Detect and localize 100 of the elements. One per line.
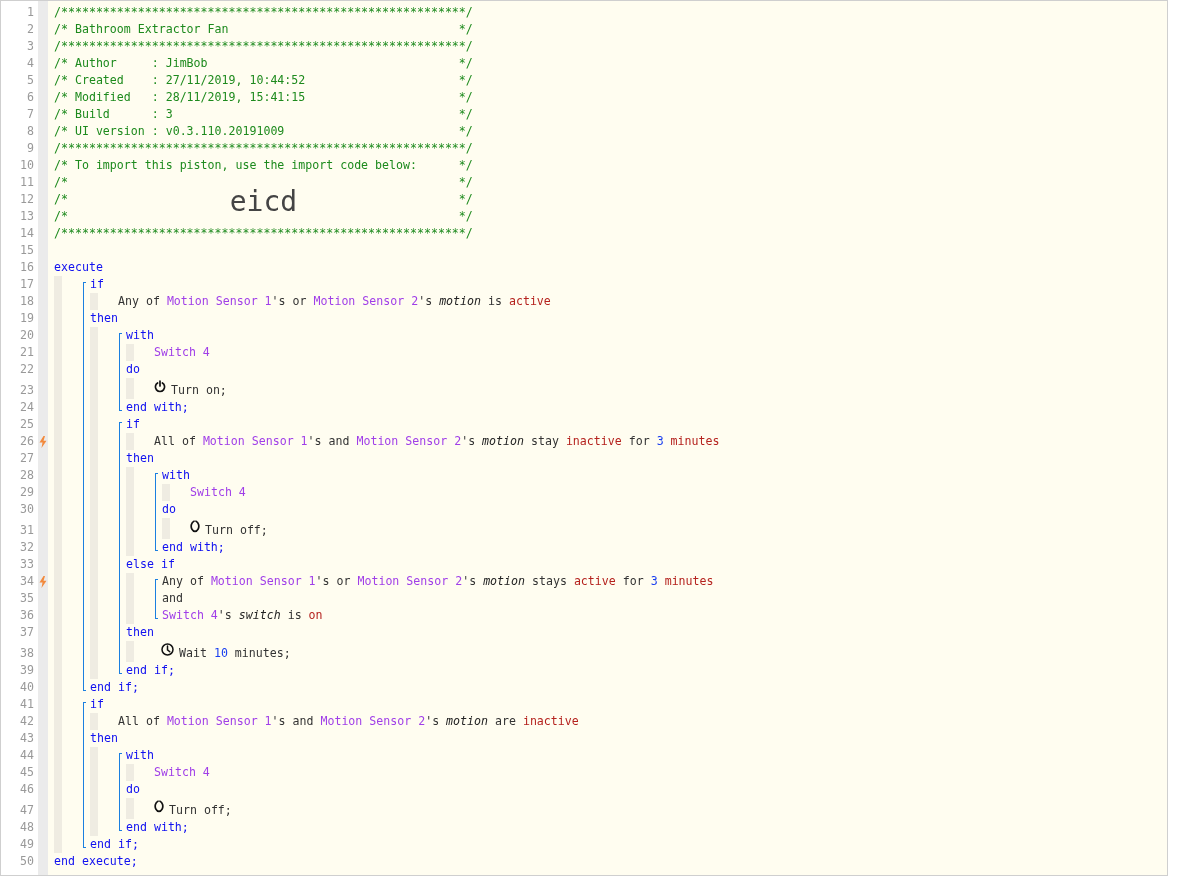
line-number: 23	[19, 382, 35, 399]
code-line: /**********************************************************/	[54, 225, 473, 242]
code-line: with	[162, 467, 190, 484]
line-number: 7	[26, 106, 35, 123]
code-line: if	[90, 696, 104, 713]
line-number: 35	[19, 590, 35, 607]
line-number: 42	[19, 713, 35, 730]
code-line: All of Motion Sensor 1's and Motion Sensor 2's motion stay inactive for 3 minutes	[154, 433, 720, 450]
code-line: else if	[126, 556, 175, 573]
line-number: 22	[19, 361, 35, 378]
code-line: do	[162, 501, 176, 518]
line-number: 33	[19, 556, 35, 573]
line-number: 48	[19, 819, 35, 836]
code-line: /* To import this piston, use the import code below: */	[54, 157, 473, 174]
power-off-icon	[190, 520, 200, 533]
line-number: 50	[19, 853, 35, 870]
line-number: 9	[26, 140, 35, 157]
line-number: 21	[19, 344, 35, 361]
line-number: 47	[19, 802, 35, 819]
line-number: 5	[26, 72, 35, 89]
line-number: 39	[19, 662, 35, 679]
code-line: then	[126, 624, 154, 641]
line-number: 24	[19, 399, 35, 416]
line-number: 17	[19, 276, 35, 293]
code-line: /* UI version : v0.3.110.20191009 */	[54, 123, 473, 140]
line-number: 6	[26, 89, 35, 106]
line-number: 2	[26, 21, 35, 38]
line-number: 18	[19, 293, 35, 310]
code-line: end if;	[90, 679, 139, 696]
line-number: 29	[19, 484, 35, 501]
line-number: 13	[19, 208, 35, 225]
line-number: 37	[19, 624, 35, 641]
line-number: 27	[19, 450, 35, 467]
code-line: All of Motion Sensor 1's and Motion Sensor 2's motion are inactive	[118, 713, 579, 730]
line-number: 32	[19, 539, 35, 556]
line-number: 16	[19, 259, 35, 276]
line-number: 40	[19, 679, 35, 696]
code-line: end with;	[162, 539, 225, 556]
line-number: 38	[19, 645, 35, 662]
code-line: /* Created : 27/11/2019, 10:44:52 */	[54, 72, 473, 89]
code-line: with	[126, 327, 154, 344]
code-line: Any of Motion Sensor 1's or Motion Sensor 2's motion is active	[118, 293, 551, 310]
code-line: Wait 10 minutes;	[179, 645, 291, 662]
line-number: 30	[19, 501, 35, 518]
power-icon	[154, 380, 166, 393]
code-line: with	[126, 747, 154, 764]
code-line: if	[90, 276, 104, 293]
line-number: 4	[26, 55, 35, 72]
line-number: 11	[19, 174, 35, 191]
line-number: 45	[19, 764, 35, 781]
code-line: then	[90, 730, 118, 747]
code-line: /* Build : 3 */	[54, 106, 473, 123]
line-number: 31	[19, 522, 35, 539]
code-line: Turn on;	[171, 382, 227, 399]
line-number: 41	[19, 696, 35, 713]
code-line: Switch 4	[154, 764, 210, 781]
power-off-icon	[154, 800, 164, 813]
code-line: end if;	[126, 662, 175, 679]
code-line: Any of Motion Sensor 1's or Motion Sensor 2's motion stays active for 3 minutes	[162, 573, 714, 590]
code-line: Turn off;	[205, 522, 268, 539]
line-number: 49	[19, 836, 35, 853]
line-number: 15	[19, 242, 35, 259]
code-line: /* Author : JimBob */	[54, 55, 473, 72]
line-number: 26	[19, 433, 35, 450]
code-line: Turn off;	[169, 802, 232, 819]
code-line: then	[90, 310, 118, 327]
line-number: 3	[26, 38, 35, 55]
line-number: 19	[19, 310, 35, 327]
line-number: 8	[26, 123, 35, 140]
code-line: then	[126, 450, 154, 467]
code-line: end if;	[90, 836, 139, 853]
clock-icon	[161, 643, 174, 656]
code-line: Switch 4	[190, 484, 246, 501]
line-number: 28	[19, 467, 35, 484]
code-line: and	[162, 590, 183, 607]
code-line: /**********************************************************/	[54, 4, 473, 21]
code-line: end with;	[126, 399, 189, 416]
code-line: /**********************************************************/	[54, 38, 473, 55]
code-line: /**********************************************************/	[54, 140, 473, 157]
line-number: 43	[19, 730, 35, 747]
code-line: Switch 4	[154, 344, 210, 361]
line-number: 10	[19, 157, 35, 174]
code-line: /* Modified : 28/11/2019, 15:41:15 */	[54, 89, 473, 106]
code-line: do	[126, 361, 140, 378]
line-number: 20	[19, 327, 35, 344]
code-line: /* */	[54, 174, 473, 189]
code-line: if	[126, 416, 140, 433]
line-number: 36	[19, 607, 35, 624]
line-number: 12	[19, 191, 35, 208]
code-line: /* Bathroom Extractor Fan */	[54, 21, 473, 38]
code-line: do	[126, 781, 140, 798]
line-number: 1	[26, 4, 35, 21]
line-number: 25	[19, 416, 35, 433]
line-number: 44	[19, 747, 35, 764]
code-line: execute	[54, 259, 103, 276]
code-line: end execute;	[54, 853, 138, 870]
code-line: end with;	[126, 819, 189, 836]
line-number: 34	[19, 573, 35, 590]
line-number: 14	[19, 225, 35, 242]
code-line: Switch 4's switch is on	[162, 607, 323, 624]
